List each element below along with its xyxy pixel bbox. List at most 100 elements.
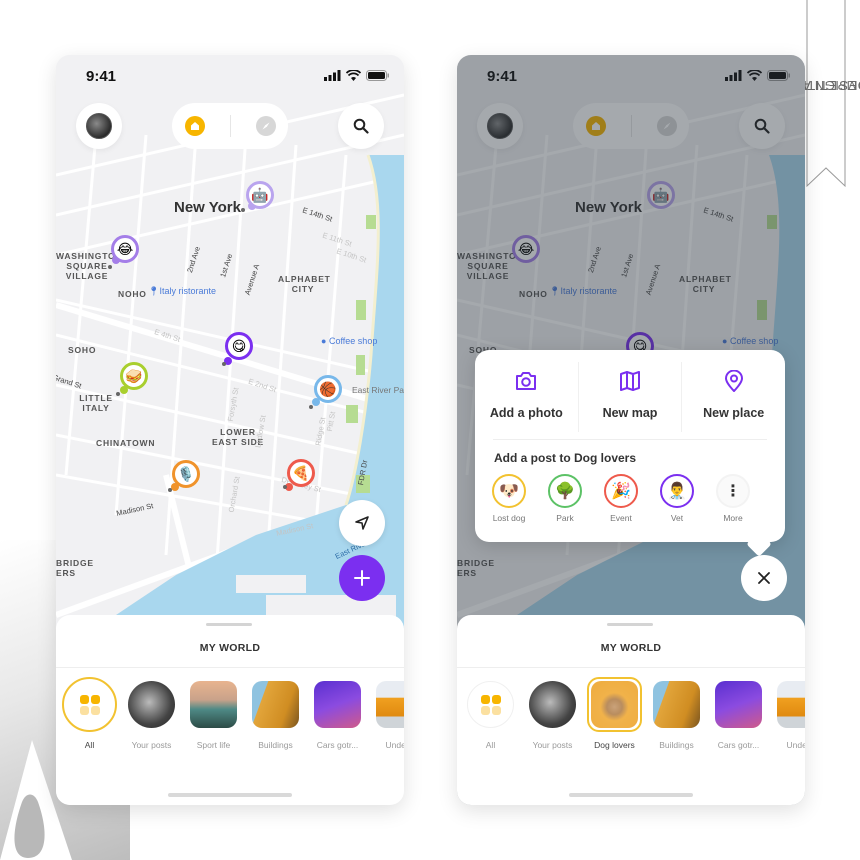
home-icon — [190, 122, 199, 130]
category-label: Lost dog — [492, 513, 526, 523]
locate-me-button[interactable] — [339, 500, 385, 546]
collections-list: All Your posts Dog lovers Buildings Cars… — [467, 677, 805, 750]
collection-label: Underg — [385, 740, 404, 750]
grid-icon — [480, 694, 501, 715]
camera-icon — [516, 372, 537, 390]
collection-thumb — [653, 681, 700, 728]
collection-label: All — [485, 740, 496, 750]
pin-location-dot — [116, 392, 120, 396]
map-city-label: New York — [174, 199, 241, 216]
dog-icon: 🐶 — [492, 474, 526, 508]
explore-tab[interactable] — [255, 116, 276, 136]
category-label: Park — [556, 513, 574, 523]
home-tab[interactable] — [184, 116, 205, 136]
category-vet[interactable]: 👨‍⚕️ Vet — [660, 474, 694, 523]
collection-thumb — [190, 681, 237, 728]
cellular-signal-icon — [324, 70, 341, 81]
map-pin[interactable]: 🥪 — [120, 362, 148, 390]
collection-thumb — [777, 681, 805, 728]
collection-all[interactable]: All — [467, 681, 514, 750]
status-bar: 9:41 — [56, 55, 404, 99]
sheet-drag-handle[interactable] — [607, 623, 653, 626]
collections-list: All Your posts Sport life Buildings Cars… — [62, 677, 404, 750]
collection-label: Your posts — [131, 740, 172, 750]
collection-cars[interactable]: Cars gotr... — [314, 681, 361, 750]
action-label: New map — [602, 406, 658, 420]
poi-coffee-shop[interactable]: ● Coffee shop — [321, 336, 377, 346]
pin-location-dot — [241, 208, 245, 212]
category-lost-dog[interactable]: 🐶 Lost dog — [492, 474, 526, 523]
collection-thumb — [128, 681, 175, 728]
map-pin[interactable]: 🤖 — [246, 181, 274, 209]
add-menu-popup: Add a photo New map New place Add a post… — [475, 350, 785, 557]
category-park[interactable]: 🌳 Park — [548, 474, 582, 523]
collection-buildings[interactable]: Buildings — [252, 681, 299, 750]
divider — [229, 115, 231, 137]
collection-label: Buildings — [659, 740, 694, 750]
map-pin[interactable]: 🍕 — [287, 459, 315, 487]
neighborhood-label: LITTLE ITALY — [79, 393, 113, 413]
sheet-title: MY WORLD — [600, 642, 662, 654]
phone-screen-map-home: New York WASHINGTON SQUARE VILLAGE NOHO … — [56, 55, 404, 805]
map-pin[interactable]: 🏀 — [314, 375, 342, 403]
divider — [457, 667, 805, 668]
neighborhood-label: BRIDGE ERS — [56, 558, 94, 578]
map-pin[interactable]: 🎙️ — [172, 460, 200, 488]
pin-location-dot — [222, 362, 226, 366]
collection-label: Your posts — [532, 740, 573, 750]
my-world-sheet: MY WORLD All Your posts Sport life Build… — [56, 615, 404, 805]
category-label: More — [723, 513, 743, 523]
category-label: Event — [610, 513, 632, 523]
collection-all[interactable]: All — [62, 677, 117, 750]
collection-label: Buildings — [258, 740, 293, 750]
collection-dog-lovers[interactable]: Dog lovers — [587, 677, 642, 750]
collection-cars[interactable]: Cars gotr... — [715, 681, 762, 750]
dot-icon: ● — [321, 336, 327, 346]
search-button[interactable] — [338, 103, 384, 149]
collection-label: Cars gotr... — [717, 740, 760, 750]
add-button[interactable] — [339, 555, 385, 601]
sheet-drag-handle[interactable] — [206, 623, 252, 626]
navigation-arrow-icon — [355, 516, 369, 530]
collection-underground[interactable]: Underg — [376, 681, 404, 750]
action-label: New place — [703, 406, 765, 420]
add-photo-action[interactable]: Add a photo — [475, 362, 579, 432]
neighborhood-label: SOHO — [68, 345, 97, 355]
pin-location-dot — [108, 265, 112, 269]
home-indicator — [569, 793, 693, 797]
map-pin[interactable]: 😋 — [225, 332, 253, 360]
neighborhood-label: NOHO — [118, 289, 147, 299]
poi-italy-ristorante[interactable]: 📍︎Italy ristorante — [148, 286, 216, 297]
poi-east-river-park: East River Park — [352, 385, 404, 395]
map-pin[interactable]: 😂 — [111, 235, 139, 263]
compass-icon — [262, 122, 269, 130]
collection-your-posts[interactable]: Your posts — [529, 681, 576, 750]
pin-location-dot — [309, 405, 313, 409]
home-indicator — [168, 793, 292, 797]
category-event[interactable]: 🎉 Event — [604, 474, 638, 523]
divider — [56, 667, 404, 668]
action-label: Add a photo — [489, 406, 563, 420]
party-popper-icon: 🎉 — [604, 474, 638, 508]
all-collections-thumb — [62, 677, 117, 732]
mode-switcher — [172, 103, 288, 149]
collection-label: Sport life — [196, 740, 231, 750]
pin-location-dot — [168, 488, 172, 492]
neighborhood-label: CHINATOWN — [96, 438, 156, 448]
new-map-action[interactable]: New map — [579, 362, 683, 432]
collection-thumb — [529, 681, 576, 728]
doctor-icon: 👨‍⚕️ — [660, 474, 694, 508]
collection-your-posts[interactable]: Your posts — [128, 681, 175, 750]
new-place-action[interactable]: New place — [682, 362, 785, 432]
collection-buildings[interactable]: Buildings — [653, 681, 700, 750]
profile-button[interactable] — [76, 103, 122, 149]
close-menu-button[interactable] — [741, 555, 787, 601]
award-banner-text: A'DESIGN AWARD& COMPETITION — [761, 10, 860, 160]
popup-heading: Add a post to Dog lovers — [494, 451, 637, 465]
collection-sport-life[interactable]: Sport life — [190, 681, 237, 750]
collection-label: Cars gotr... — [316, 740, 359, 750]
category-more[interactable]: ⋮ More — [716, 474, 750, 523]
post-categories: 🐶 Lost dog 🌳 Park 🎉 Event 👨‍⚕️ Vet ⋮ Mor… — [492, 474, 750, 523]
collection-underground[interactable]: Underg — [777, 681, 805, 750]
collection-thumb — [252, 681, 299, 728]
